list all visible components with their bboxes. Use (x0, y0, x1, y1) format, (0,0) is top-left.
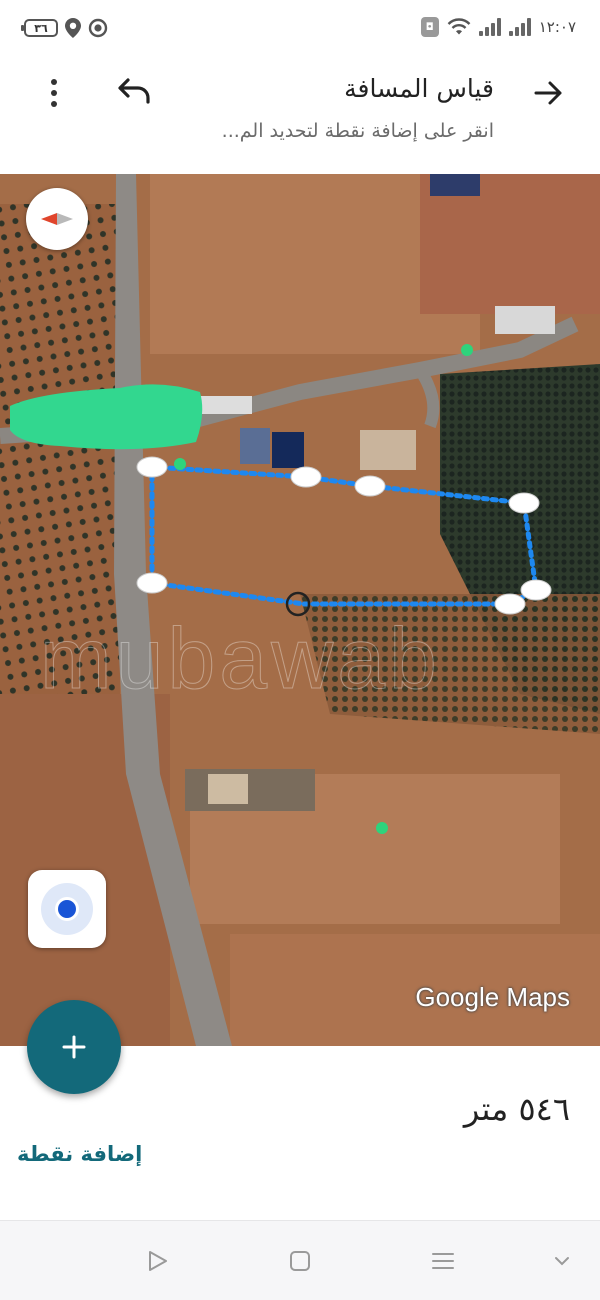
clock: ١٢:٠٧ (538, 18, 576, 36)
vertex-point (520, 579, 552, 601)
watermark-text: mubawab (40, 611, 441, 708)
location-icon (65, 18, 81, 38)
green-marker (174, 458, 186, 470)
sim-glyph: ◘ (425, 21, 434, 33)
add-point-button[interactable]: إضافة نقطة (17, 1142, 142, 1166)
add-point-fab[interactable] (27, 1000, 121, 1094)
battery-icon: ٣٦ (21, 19, 58, 37)
green-marker (461, 344, 473, 356)
back-triangle-icon[interactable] (146, 1249, 170, 1273)
compass-button[interactable] (26, 188, 88, 250)
more-options-icon[interactable] (42, 76, 66, 110)
green-marker (376, 822, 388, 834)
plus-icon (62, 1035, 86, 1059)
status-right: ◘ ١٢:٠٧ (420, 17, 576, 37)
signal-icon-2 (508, 18, 531, 36)
header: قياس المسافة انقر على إضافة نقطة لتحديد … (0, 60, 600, 174)
vertex-point (494, 593, 526, 615)
back-arrow-icon[interactable] (532, 76, 566, 110)
location-dot-icon (58, 900, 76, 918)
sim-icon: ◘ (420, 17, 439, 37)
page-subtitle: انقر على إضافة نقطة لتحديد الم... (221, 120, 494, 142)
battery-level: ٣٦ (34, 21, 48, 35)
compass-icon (41, 213, 73, 225)
google-maps-logo: Google Maps (415, 982, 570, 1012)
my-location-button[interactable] (28, 870, 106, 948)
status-left: ٣٦ (21, 18, 108, 38)
vertex-point (136, 572, 168, 594)
home-square-icon[interactable] (288, 1249, 312, 1273)
recents-menu-icon[interactable] (430, 1249, 456, 1273)
vertex-point (354, 475, 386, 497)
system-nav-bar (0, 1220, 600, 1300)
chevron-down-icon[interactable] (552, 1251, 572, 1271)
page-title: قياس المسافة (344, 74, 494, 103)
vertex-point (136, 456, 168, 478)
map-view[interactable]: mubawab Google Maps (0, 174, 600, 1046)
distance-readout: ٥٤٦ متر (463, 1090, 570, 1128)
status-bar: ٣٦ ◘ ١٢:٠٧ (0, 0, 600, 60)
wifi-icon (447, 18, 471, 35)
sync-icon (88, 18, 108, 38)
undo-icon[interactable] (114, 76, 154, 110)
vertex-point (508, 492, 540, 514)
vertex-point (290, 466, 322, 488)
signal-icon-1 (478, 18, 501, 36)
